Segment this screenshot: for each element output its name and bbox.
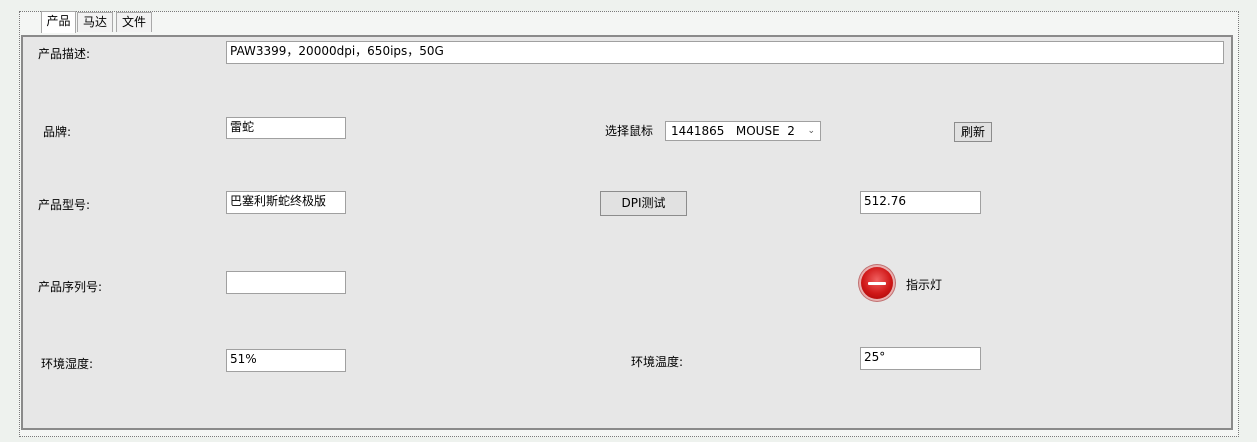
- tab-product[interactable]: 产品: [41, 11, 76, 33]
- chevron-down-icon: ⌄: [807, 126, 815, 136]
- tab-file[interactable]: 文件: [116, 12, 152, 32]
- serial-label: 产品序列号:: [38, 280, 103, 294]
- indicator-light-icon: [861, 267, 893, 299]
- indicator-label: 指示灯: [906, 278, 943, 292]
- brand-label: 品牌:: [43, 125, 72, 139]
- description-label: 产品描述:: [38, 47, 91, 61]
- dpi-result-field[interactable]: 512.76: [860, 191, 981, 214]
- description-field[interactable]: PAW3399，20000dpi，650ips，50G: [226, 41, 1224, 64]
- refresh-button[interactable]: 刷新: [954, 122, 992, 142]
- humidity-label: 环境湿度:: [41, 357, 94, 371]
- mouse-select-value: 1441865 MOUSE 2: [671, 124, 795, 138]
- humidity-field[interactable]: 51%: [226, 349, 346, 372]
- dpi-test-button[interactable]: DPI测试: [600, 191, 687, 216]
- model-field[interactable]: 巴塞利斯蛇终极版: [226, 191, 346, 214]
- select-mouse-label: 选择鼠标: [605, 124, 654, 138]
- mouse-select-dropdown[interactable]: 1441865 MOUSE 2 ⌄: [665, 121, 821, 141]
- brand-field[interactable]: 雷蛇: [226, 117, 346, 139]
- model-label: 产品型号:: [38, 198, 91, 212]
- product-panel: 产品描述: PAW3399，20000dpi，650ips，50G 品牌: 雷蛇…: [21, 35, 1233, 430]
- tab-motor[interactable]: 马达: [77, 12, 113, 32]
- temperature-field[interactable]: 25°: [860, 347, 981, 370]
- temperature-label: 环境温度:: [631, 355, 684, 369]
- serial-field[interactable]: [226, 271, 346, 294]
